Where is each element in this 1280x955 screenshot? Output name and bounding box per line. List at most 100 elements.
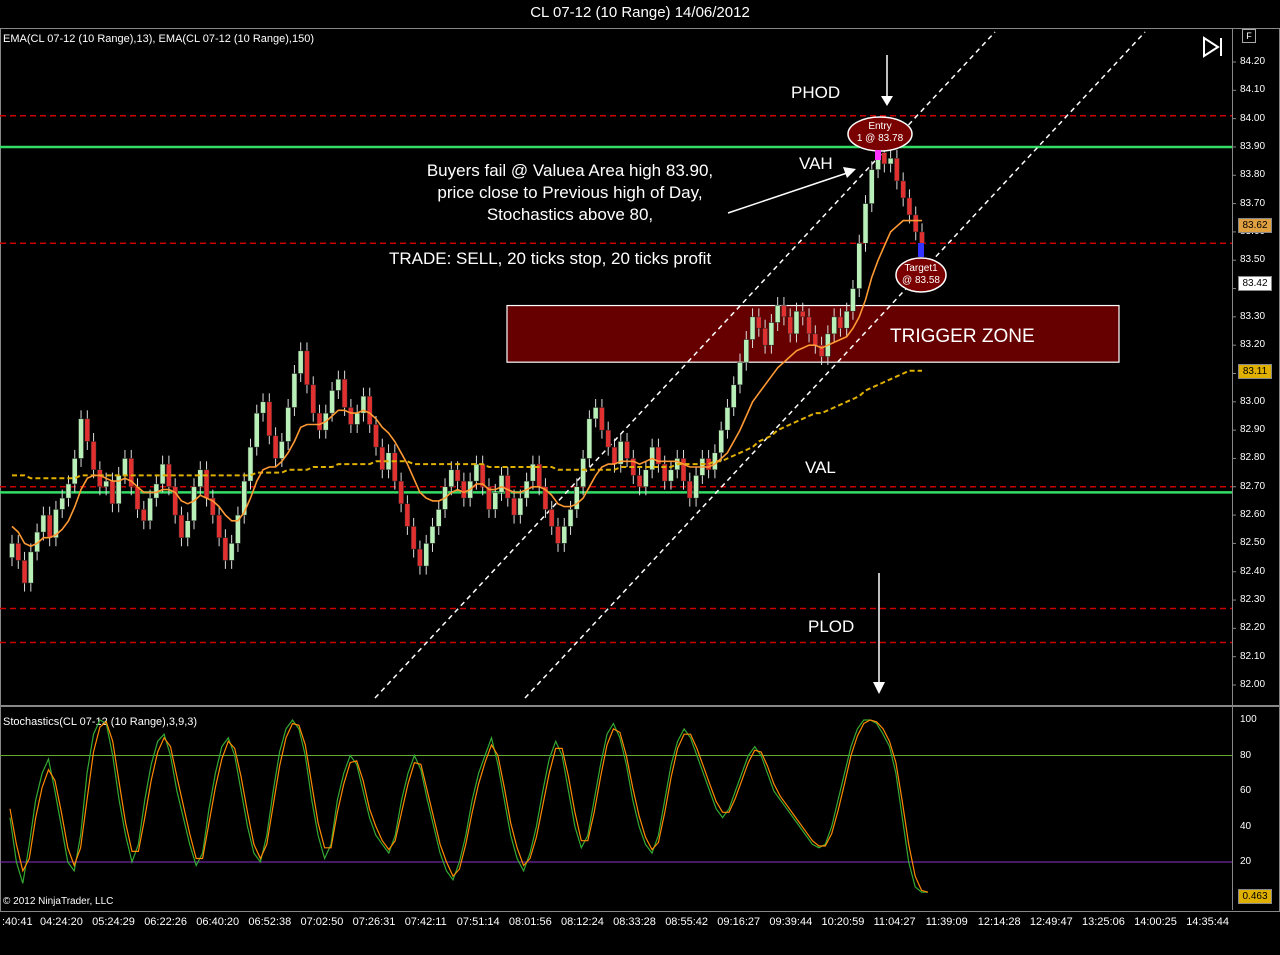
- candle-up: [567, 509, 574, 527]
- candle-down: [687, 480, 693, 499]
- time-tick-label: 06:22:26: [144, 916, 188, 928]
- price-tick-label: 83.20: [1240, 339, 1266, 351]
- price-tick-label: 82.60: [1240, 509, 1266, 521]
- time-tick-label: 05:24:29: [92, 916, 135, 928]
- price-tick-label: 84.10: [1240, 84, 1266, 96]
- stoch-k-line: [9, 718, 928, 893]
- price-tick-label: 84.20: [1240, 56, 1266, 67]
- time-tick-label: 12:49:47: [1029, 916, 1073, 928]
- candle-down: [97, 469, 103, 488]
- candle-down: [806, 316, 812, 335]
- comment-arrow-head: [843, 167, 856, 178]
- candle-up: [574, 486, 580, 510]
- time-tick-label: 14:35:44: [1186, 916, 1230, 928]
- candle-down: [222, 537, 229, 561]
- candle-up: [72, 458, 78, 485]
- candle-down: [392, 452, 398, 482]
- candle-up: [285, 407, 291, 442]
- time-tick-label: 13:25:06: [1082, 916, 1125, 928]
- candle-down: [894, 158, 900, 182]
- time-tick-label: :40:41: [2, 916, 33, 928]
- phod-label: PHOD: [791, 83, 841, 102]
- price-tick-label: 84.00: [1240, 112, 1266, 124]
- candle-up: [354, 412, 360, 425]
- candle-down: [379, 446, 386, 471]
- candle-down: [15, 543, 22, 561]
- candle-up: [191, 486, 197, 522]
- candle-up: [122, 458, 128, 476]
- price-tick-label: 82.50: [1240, 537, 1266, 549]
- price-tick-label: 83.70: [1240, 197, 1266, 209]
- candle-up: [260, 401, 266, 414]
- price-tick-label: 82.30: [1240, 594, 1266, 606]
- target-line-1: Target1: [904, 263, 938, 274]
- target-line-2: @ 83.58: [902, 275, 940, 286]
- time-tick-label: 07:51:14: [456, 916, 500, 928]
- channel-lower-line: [524, 31, 1146, 699]
- candle-down: [410, 526, 417, 550]
- price-box-ema150: 83.11: [1238, 364, 1272, 379]
- candle-down: [304, 350, 310, 386]
- candle-up: [743, 339, 750, 363]
- candle-up: [65, 483, 72, 499]
- candle-down: [787, 316, 793, 335]
- time-tick-label: 10:20:59: [821, 916, 865, 928]
- stochastics-tick-label: 20: [1240, 856, 1252, 867]
- candle-down: [21, 560, 28, 584]
- candle-up: [197, 469, 204, 488]
- entry-line-2: 1 @ 83.78: [856, 133, 904, 144]
- candle-up: [254, 412, 260, 448]
- ema13-line: [11, 219, 922, 548]
- candle-down: [310, 384, 316, 414]
- comment-line-2: price close to Previous high of Day,: [437, 183, 703, 202]
- candle-up: [297, 350, 304, 374]
- candle-up: [592, 407, 599, 420]
- candle-down: [398, 480, 404, 505]
- candle-down: [46, 514, 53, 538]
- price-box-ema13: 83.62: [1238, 218, 1272, 233]
- candle-down: [611, 446, 618, 465]
- candle-down: [417, 548, 423, 567]
- candle-up: [737, 361, 743, 386]
- price-tick-label: 83.50: [1240, 254, 1266, 266]
- candle-down: [624, 441, 630, 459]
- candle-down: [109, 480, 116, 505]
- candle-down: [216, 514, 222, 538]
- candle-down: [781, 305, 787, 318]
- ema150-line: [12, 369, 922, 480]
- time-tick-label: 07:02:50: [300, 916, 344, 928]
- candle-up: [59, 497, 65, 510]
- candle-down: [348, 407, 354, 425]
- candle-down: [373, 424, 379, 448]
- price-tick-label: 83.30: [1240, 310, 1266, 322]
- candle-down: [341, 378, 348, 408]
- comment-line-3: Stochastics above 80,: [486, 205, 654, 224]
- comment-line-1: Buyers fail @ Valuea Area high 83.90,: [426, 161, 714, 180]
- candle-down: [555, 526, 561, 544]
- candle-up: [718, 429, 724, 454]
- time-tick-label: 07:42:11: [404, 916, 447, 928]
- candle-down: [762, 327, 768, 346]
- candle-down: [272, 435, 279, 459]
- price-box-last: 83.42: [1238, 276, 1272, 291]
- candle-up: [869, 169, 875, 204]
- candle-up: [850, 288, 856, 312]
- chart-window: CL 07-12 (10 Range) 14/06/2012 EMA(CL 07…: [0, 0, 1280, 955]
- candle-up: [643, 469, 649, 488]
- candle-down: [203, 469, 210, 499]
- candle-up: [279, 441, 285, 459]
- candle-down: [680, 458, 687, 482]
- candle-up: [831, 316, 837, 335]
- trade-setup-text: TRADE: SELL, 20 ticks stop, 20 ticks pro…: [389, 249, 712, 268]
- candle-up: [693, 475, 699, 499]
- trigger-zone-label: TRIGGER ZONE: [890, 326, 1035, 347]
- candle-down: [404, 503, 411, 527]
- stochastics-tick-label: 40: [1240, 820, 1252, 832]
- candle-up: [103, 480, 109, 488]
- price-tick-label: 83.00: [1240, 395, 1266, 407]
- candle-up: [78, 418, 84, 459]
- price-tick-label: 83.90: [1240, 140, 1266, 152]
- candle-down: [756, 316, 762, 329]
- candle-down: [636, 475, 643, 488]
- price-tick-label: 82.90: [1240, 424, 1266, 436]
